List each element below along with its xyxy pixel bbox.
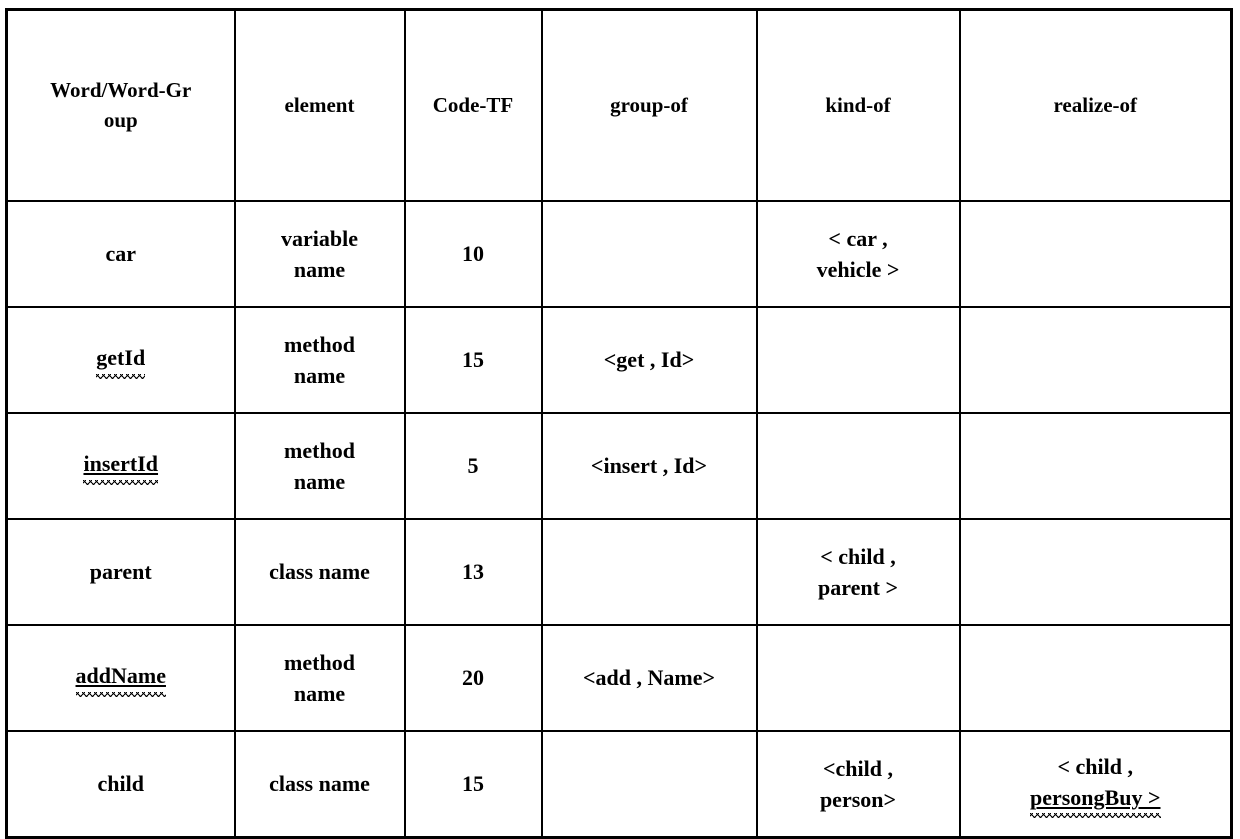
cell-group-of: <add , Name> [540,624,758,732]
element-line1: method [284,331,355,357]
column-header-word-group-line1: Word/Word-Gr [50,77,192,102]
cell-code-tf: 10 [403,200,543,308]
cell-kind-of: < child , parent > [755,518,961,626]
cell-code-tf: 5 [403,412,543,520]
element-line1: method [284,649,355,675]
cell-element: method name [233,306,406,414]
cell-word: getId [5,306,236,414]
column-header-group-of: group-of [540,8,758,202]
element-line1: class name [269,559,370,585]
element-line1: class name [269,771,370,797]
cell-realize-of [958,412,1233,520]
kind-of-line1: < car , [828,225,888,251]
cell-element: class name [233,730,406,839]
lexicon-table-container: Word/Word-Gr oup element Code-TF group-o… [5,8,1233,839]
cell-word: parent [5,518,236,626]
column-header-kind-of: kind-of [755,8,961,202]
column-header-word-group-line2: oup [103,107,138,132]
word-text-misspelled: addName [75,660,167,697]
kind-of-line2: person> [819,787,897,812]
table-row: parent class name 13 < child , parent > [5,518,1233,626]
kind-of-line1: < child , [820,543,896,569]
cell-kind-of: < car , vehicle > [755,200,961,308]
cell-element: variable name [233,200,406,308]
element-line2: name [293,363,346,388]
cell-word: car [5,200,236,308]
cell-group-of [540,730,758,839]
column-header-realize-of: realize-of [958,8,1233,202]
cell-element: method name [233,624,406,732]
cell-word: addName [5,624,236,732]
cell-group-of [540,200,758,308]
cell-group-of: <insert , Id> [540,412,758,520]
column-header-code-tf: Code-TF [403,8,543,202]
column-header-element: element [233,8,406,202]
kind-of-line2: parent > [818,575,898,600]
realize-of-line2-wrap: persongBuy > [965,782,1227,819]
table-header-row: Word/Word-Gr oup element Code-TF group-o… [5,8,1233,202]
kind-of-line1: <child , [823,755,893,781]
word-text-misspelled: getId [96,342,145,379]
cell-kind-of [755,624,961,732]
realize-of-line2-misspelled: persongBuy > [1029,782,1161,819]
cell-word: insertId [5,412,236,520]
word-element-relation-table: Word/Word-Gr oup element Code-TF group-o… [5,8,1233,839]
cell-realize-of [958,624,1233,732]
word-text-misspelled: insertId [83,448,158,485]
cell-realize-of [958,200,1233,308]
kind-of-line2: vehicle > [816,257,900,282]
table-row: addName method name 20 <add , Name> [5,624,1233,732]
element-line2: name [293,681,346,706]
cell-element: method name [233,412,406,520]
table-row: child class name 15 <child , person> < c… [5,730,1233,839]
realize-of-line1: < child , [1057,753,1134,779]
cell-kind-of [755,412,961,520]
cell-kind-of: <child , person> [755,730,961,839]
word-text: parent [89,559,152,585]
cell-kind-of [755,306,961,414]
cell-element: class name [233,518,406,626]
cell-code-tf: 15 [403,730,543,839]
table-row: getId method name 15 <get , Id> [5,306,1233,414]
element-line2: name [293,469,346,494]
cell-group-of: <get , Id> [540,306,758,414]
cell-code-tf: 20 [403,624,543,732]
word-text: car [105,241,137,267]
table-row: insertId method name 5 <insert , Id> [5,412,1233,520]
cell-group-of [540,518,758,626]
cell-code-tf: 15 [403,306,543,414]
element-line1: variable [281,225,358,251]
cell-realize-of [958,306,1233,414]
cell-word: child [5,730,236,839]
cell-realize-of [958,518,1233,626]
element-line2: name [293,257,346,282]
word-text: child [97,771,144,797]
table-row: car variable name 10 < car , vehicle > [5,200,1233,308]
element-line1: method [284,437,355,463]
cell-realize-of: < child , persongBuy > [958,730,1233,839]
column-header-word-group: Word/Word-Gr oup [5,8,236,202]
cell-code-tf: 13 [403,518,543,626]
